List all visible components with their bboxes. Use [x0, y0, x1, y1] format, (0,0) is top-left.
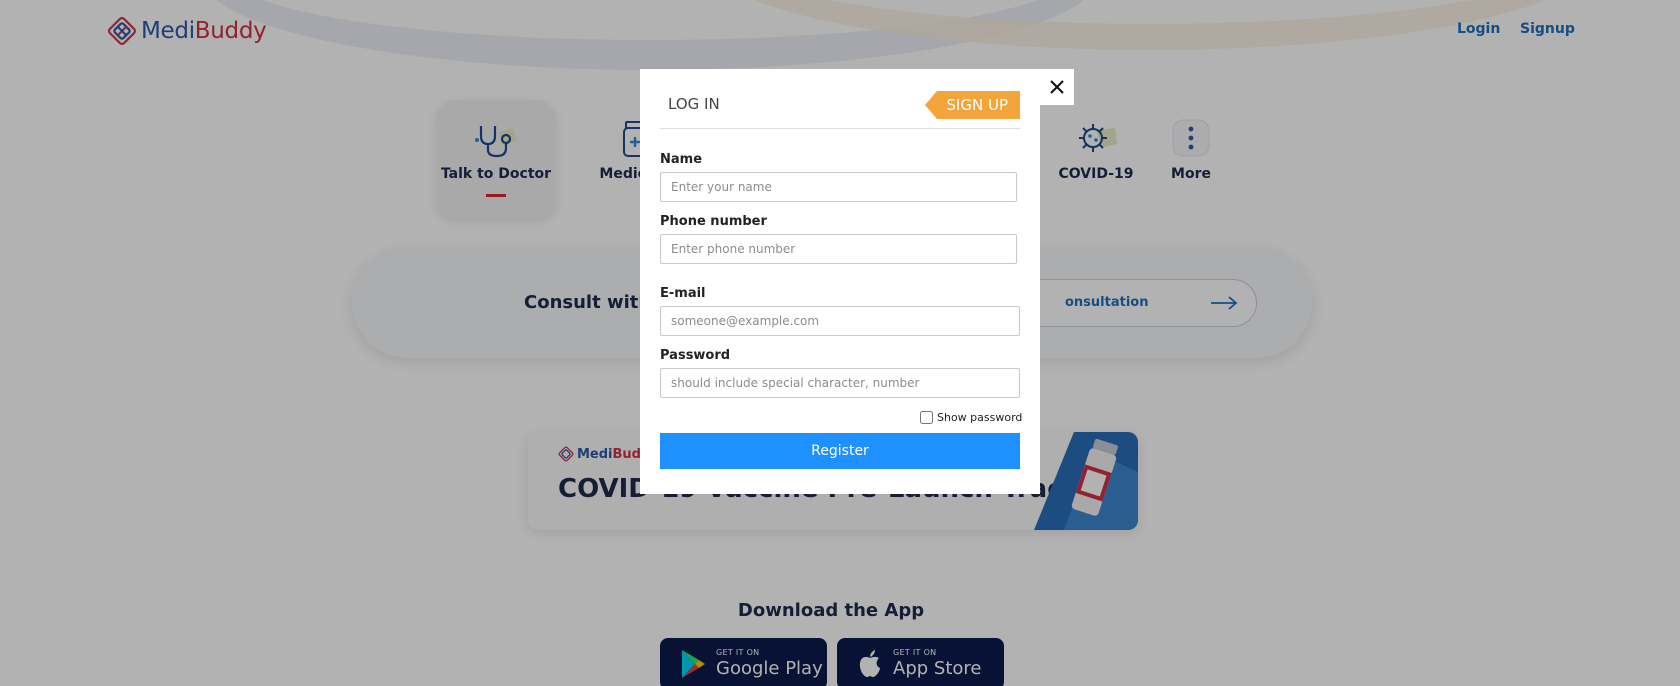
- auth-modal: LOG IN SIGN UP Name Phone number E-mail …: [640, 69, 1040, 494]
- close-icon: [1050, 80, 1064, 94]
- email-input[interactable]: [660, 306, 1020, 336]
- show-password-checkbox[interactable]: [920, 411, 933, 424]
- password-label: Password: [660, 348, 731, 363]
- phone-label: Phone number: [660, 214, 767, 229]
- phone-input[interactable]: [660, 234, 1017, 264]
- email-label: E-mail: [660, 286, 706, 301]
- tab-login[interactable]: LOG IN: [668, 95, 720, 113]
- password-input[interactable]: [660, 368, 1020, 398]
- tab-signup[interactable]: SIGN UP: [925, 91, 1020, 119]
- register-button[interactable]: Register: [660, 433, 1020, 469]
- name-label: Name: [660, 152, 703, 167]
- close-modal-button[interactable]: [1040, 69, 1074, 105]
- show-password-label: Show password: [937, 411, 1023, 424]
- modal-divider: [660, 128, 1020, 129]
- name-input[interactable]: [660, 172, 1017, 202]
- show-password-toggle[interactable]: Show password: [920, 411, 1022, 424]
